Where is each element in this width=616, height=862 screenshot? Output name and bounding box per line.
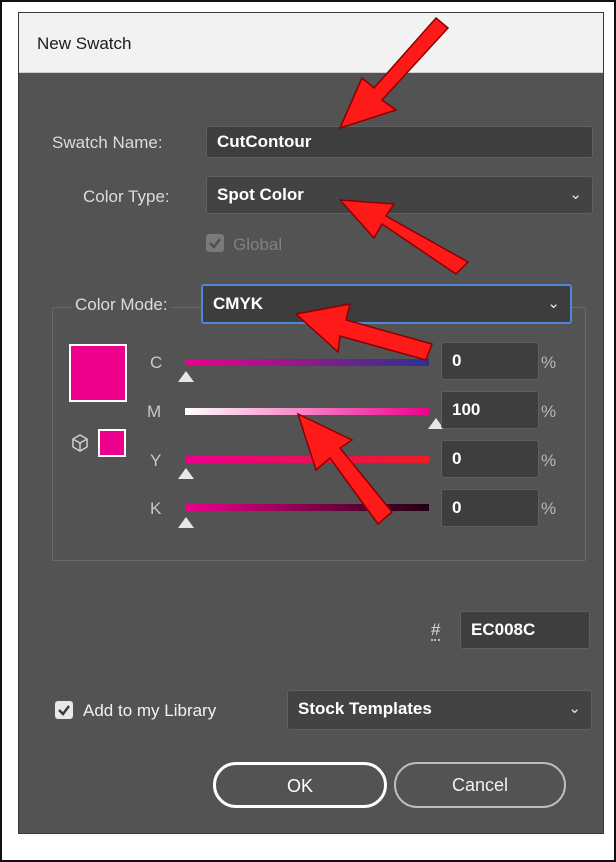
channel-y-slider[interactable] xyxy=(185,456,429,463)
color-mode-label: Color Mode: xyxy=(72,295,171,315)
channel-m-label: M xyxy=(147,402,162,421)
add-to-library-label: Add to my Library xyxy=(83,701,217,720)
global-checkbox[interactable] xyxy=(206,234,224,252)
color-mode-select[interactable]: CMYK ⌄ xyxy=(201,284,572,324)
channel-k-thumb[interactable] xyxy=(178,517,194,528)
library-select-value: Stock Templates xyxy=(298,699,432,718)
channel-y-input[interactable]: 0 xyxy=(441,440,539,478)
ok-button[interactable]: OK xyxy=(213,762,387,808)
add-to-library-checkbox[interactable] xyxy=(55,701,73,719)
cube-icon xyxy=(72,434,88,452)
checkmark-icon xyxy=(209,238,221,249)
hex-input[interactable]: EC008C xyxy=(460,611,590,649)
channel-y-thumb[interactable] xyxy=(178,468,194,479)
color-type-value: Spot Color xyxy=(217,185,304,204)
gamut-swatch[interactable] xyxy=(98,429,126,457)
swatch-name-label: Swatch Name: xyxy=(52,133,163,152)
channel-k-label: K xyxy=(150,499,162,518)
channel-c-slider[interactable] xyxy=(185,359,429,366)
hex-label: # xyxy=(431,620,441,641)
new-swatch-dialog: New Swatch Swatch Name: CutContour Color… xyxy=(18,12,604,834)
library-select[interactable]: Stock Templates ⌄ xyxy=(287,690,592,730)
color-type-select[interactable]: Spot Color ⌄ xyxy=(206,176,593,214)
checkmark-icon xyxy=(58,705,70,716)
swatch-name-input[interactable]: CutContour xyxy=(206,126,593,158)
chevron-down-icon: ⌄ xyxy=(547,295,560,312)
channel-y-unit: % xyxy=(541,451,557,470)
title-bar: New Swatch xyxy=(19,13,603,73)
channel-c-unit: % xyxy=(541,353,557,372)
channel-y-label: Y xyxy=(150,451,162,470)
channel-c-thumb[interactable] xyxy=(178,371,194,382)
color-type-label: Color Type: xyxy=(83,187,170,206)
channel-k-unit: % xyxy=(541,499,557,518)
channel-k-input[interactable]: 0 xyxy=(441,489,539,527)
color-preview-swatch xyxy=(69,344,127,402)
cancel-button[interactable]: Cancel xyxy=(394,762,566,808)
channel-c-input[interactable]: 0 xyxy=(441,342,539,380)
channel-c-label: C xyxy=(150,353,163,372)
dialog-title: New Swatch xyxy=(37,34,132,53)
color-mode-value: CMYK xyxy=(213,294,264,313)
channel-m-unit: % xyxy=(541,402,557,421)
channel-k-slider[interactable] xyxy=(185,504,429,511)
chevron-down-icon: ⌄ xyxy=(568,700,581,717)
global-label: Global xyxy=(233,235,283,254)
channel-m-input[interactable]: 100 xyxy=(441,391,539,429)
chevron-down-icon: ⌄ xyxy=(569,186,582,203)
channel-m-slider[interactable] xyxy=(185,408,429,415)
